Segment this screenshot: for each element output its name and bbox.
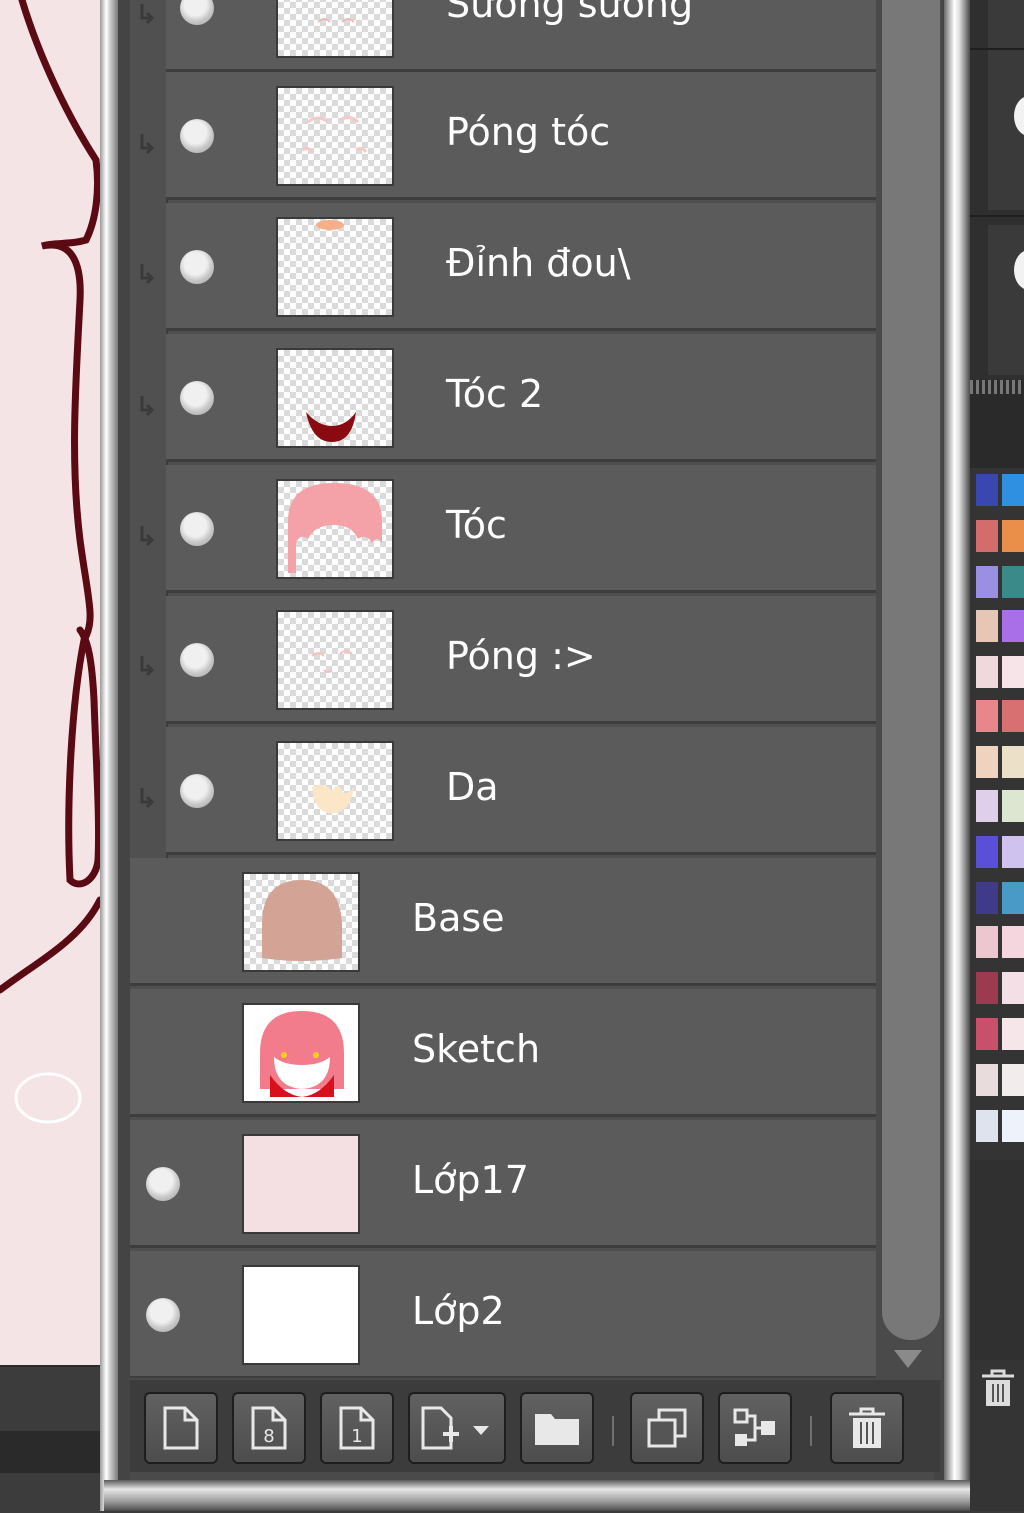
new-8bit-layer-button[interactable]: 8 [232, 1392, 306, 1464]
layer-thumbnail [278, 350, 392, 446]
layer-thumbnail [244, 1005, 358, 1101]
layer-thumbnail [278, 612, 392, 708]
clipping-group-spine [130, 0, 168, 858]
visibility-eye-icon[interactable] [146, 1298, 180, 1332]
layer-name: Lớp17 [412, 1158, 529, 1202]
layer-row[interactable]: Da [166, 727, 876, 855]
visibility-eye-icon[interactable] [180, 0, 214, 25]
new-layer-button[interactable] [144, 1392, 218, 1464]
trash-icon [982, 1369, 1014, 1406]
clip-arrow-icon [140, 264, 155, 285]
new-layer-icon [163, 1406, 199, 1450]
panel-frame-bottom [104, 1480, 970, 1511]
clip-arrow-icon [140, 4, 155, 25]
toolbar-separator [612, 1416, 614, 1446]
duplicate-layer-button[interactable] [630, 1392, 704, 1464]
layer-name: Sương sương [446, 0, 694, 26]
merge-layer-icon [733, 1408, 775, 1446]
visibility-eye-icon[interactable] [180, 119, 214, 153]
add-layer-dropdown-button[interactable] [408, 1392, 506, 1464]
panel-frame-right [944, 0, 970, 1511]
svg-text:8: 8 [263, 1426, 274, 1447]
panel-frame-left [100, 0, 118, 1511]
visibility-eye-icon[interactable] [180, 774, 214, 808]
layer-row[interactable]: Tóc 2 [166, 334, 876, 462]
layer-row[interactable]: Sketch [130, 989, 876, 1117]
layer-name: Tóc [446, 503, 507, 547]
layer-thumbnail [278, 0, 392, 56]
layer-row[interactable]: Base [130, 858, 876, 986]
layer-name: Sketch [412, 1027, 541, 1071]
layer-name: Póng :> [446, 634, 596, 678]
new-8bit-layer-icon: 8 [251, 1406, 287, 1450]
clip-arrow-icon [140, 396, 155, 417]
delete-layer-button[interactable] [830, 1392, 904, 1464]
duplicate-layer-icon [647, 1408, 687, 1448]
scrollbar-thumb[interactable] [882, 0, 940, 1340]
brush-panel-fragment [970, 0, 1024, 380]
toolbar-separator [810, 1416, 812, 1446]
delete-layer-icon [849, 1407, 885, 1448]
layer-thumbnail [244, 1136, 358, 1232]
scroll-down-arrow-icon[interactable] [894, 1350, 922, 1368]
visibility-eye-icon[interactable] [180, 643, 214, 677]
layer-row[interactable]: Póng :> [166, 596, 876, 724]
layer-thumbnail [244, 1267, 358, 1363]
drawing-canvas[interactable] [0, 0, 104, 1365]
clip-arrow-icon [140, 526, 155, 547]
layer-row[interactable]: Sương sương [166, 0, 876, 72]
layer-row[interactable]: Lớp17 [130, 1120, 876, 1248]
layer-name: Tóc 2 [446, 372, 544, 416]
layer-name: Đỉnh đou\ [446, 241, 631, 285]
clip-arrow-icon [140, 656, 155, 677]
clip-arrow-icon [140, 134, 155, 155]
layer-row[interactable]: Póng tóc [166, 72, 876, 200]
layer-row[interactable]: Lớp2 [130, 1251, 876, 1378]
canvas-status-bar [0, 1365, 104, 1513]
new-1bit-layer-button[interactable]: 1 [320, 1392, 394, 1464]
new-folder-button[interactable] [520, 1392, 594, 1464]
clip-arrow-icon [140, 788, 155, 809]
new-1bit-layer-icon: 1 [339, 1406, 375, 1450]
layer-thumbnail [278, 219, 392, 315]
visibility-eye-icon[interactable] [180, 381, 214, 415]
layer-toolbar: 8 1 [130, 1380, 940, 1472]
layer-name: Póng tóc [446, 110, 611, 154]
visibility-eye-icon[interactable] [180, 512, 214, 546]
visibility-eye-icon[interactable] [180, 250, 214, 284]
new-folder-icon [535, 1414, 579, 1445]
layer-thumbnail [244, 874, 358, 970]
layer-row[interactable]: Tóc [166, 465, 876, 593]
svg-text:1: 1 [351, 1426, 362, 1447]
layer-row[interactable]: Đỉnh đou\ [166, 203, 876, 331]
layer-name: Da [446, 765, 499, 809]
layer-thumbnail [278, 743, 392, 839]
side-panel [970, 0, 1024, 1511]
palette-delete-button[interactable] [976, 1362, 1020, 1414]
panel-divider [970, 380, 1024, 394]
layer-thumbnail [278, 88, 392, 184]
visibility-eye-icon[interactable] [146, 1167, 180, 1201]
layer-thumbnail [278, 481, 392, 577]
merge-layer-button[interactable] [718, 1392, 792, 1464]
layer-name: Base [412, 896, 505, 940]
add-layer-menu-icon [421, 1406, 489, 1450]
layer-name: Lớp2 [412, 1289, 505, 1333]
canvas-artwork [0, 0, 104, 1124]
layer-list: Sương sương Póng tóc Đỉnh đou\ Tóc 2 Tóc [130, 0, 876, 1378]
